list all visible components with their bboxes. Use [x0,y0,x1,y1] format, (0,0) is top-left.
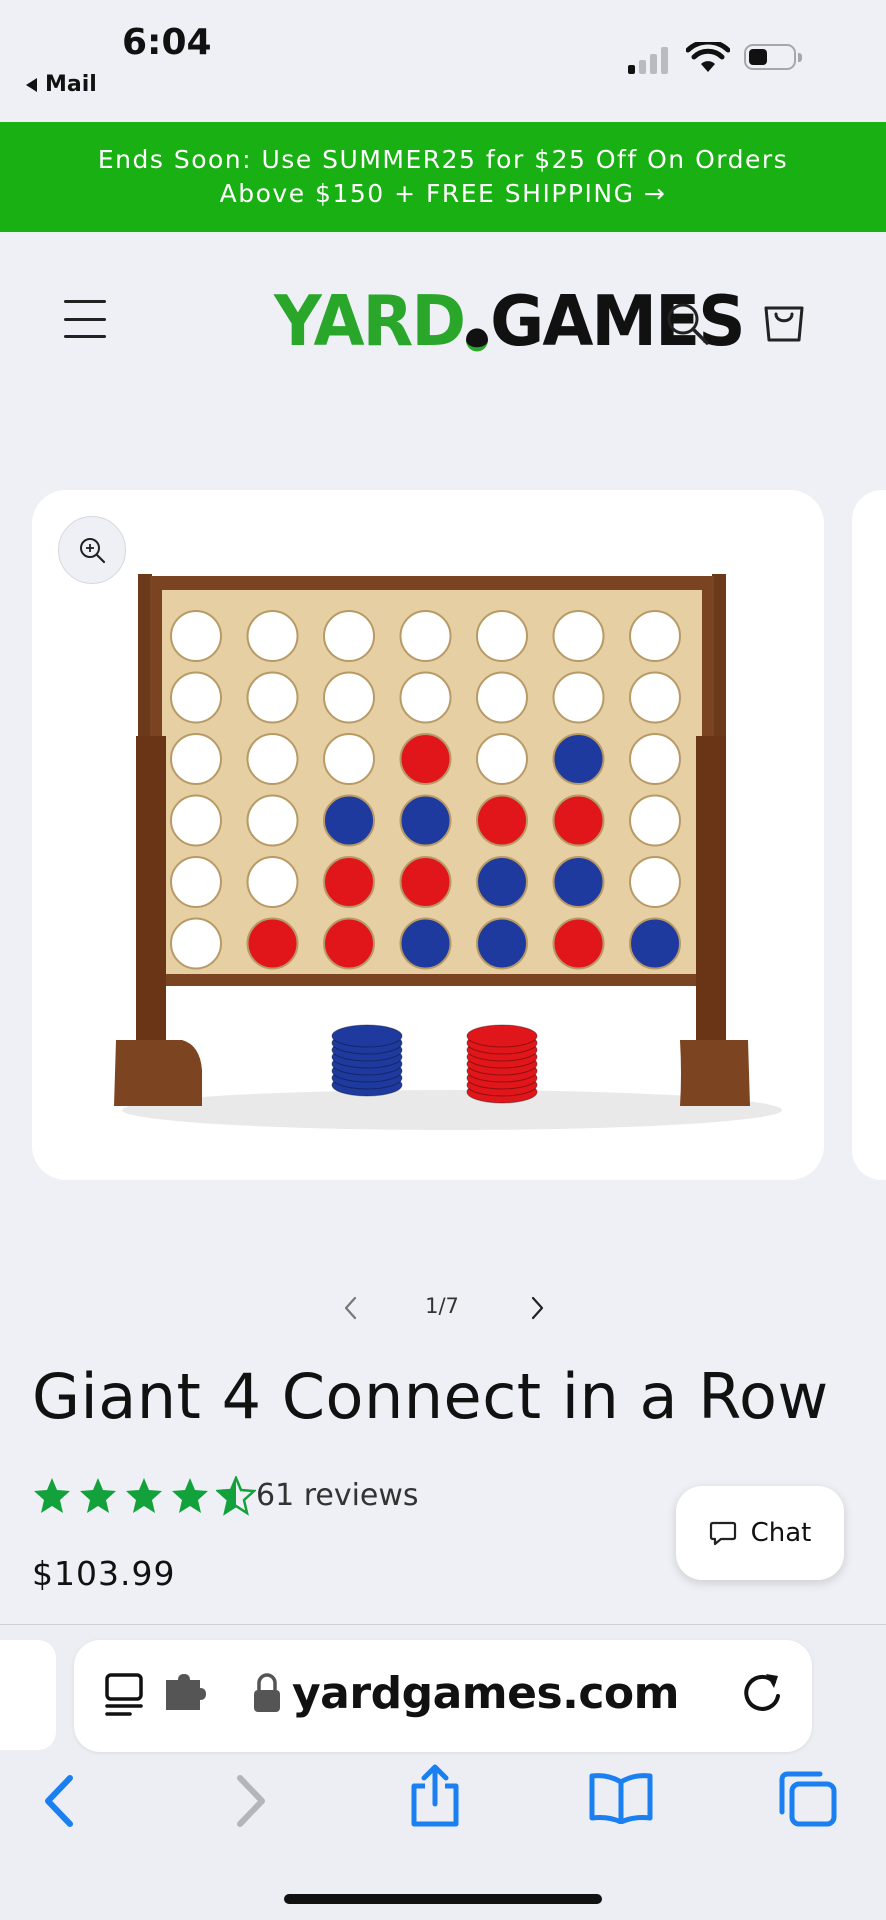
star-icon [80,1478,116,1513]
board-disc [399,856,452,908]
board-disc [399,610,452,662]
promo-line-2: Above $150 + FREE SHIPPING → [219,179,667,208]
board-disc [246,917,299,970]
previous-tab-peek[interactable] [0,1640,56,1750]
url-text[interactable]: yardgames.com [292,1668,680,1719]
board-disc [476,733,528,785]
star-icon [172,1478,208,1513]
board-disc [399,671,452,724]
board-disc [170,610,222,662]
reload-icon[interactable] [740,1668,786,1716]
board-disc [552,794,605,847]
cellular-signal-icon [628,44,668,74]
product-title: Giant 4 Connect in a Row [32,1360,829,1433]
board-disc [246,610,299,662]
board-disc [552,733,605,785]
search-icon[interactable] [664,300,710,346]
board-disc [399,733,452,785]
board-disc [323,794,375,847]
home-indicator[interactable] [284,1894,602,1904]
lock-icon [254,1673,280,1712]
chat-button[interactable]: Chat [676,1486,844,1580]
promo-line-1: Ends Soon: Use SUMMER25 for $25 Off On O… [97,145,789,174]
board-disc [629,671,681,724]
share-icon[interactable] [408,1764,462,1828]
back-arrow-icon [26,77,37,92]
board-disc [552,671,605,724]
browser-back-icon[interactable] [40,1774,80,1828]
board-disc [399,794,452,847]
board-disc [246,794,299,847]
board-disc [476,856,528,908]
board-disc [323,733,375,785]
star-icon [216,1476,256,1516]
wifi-icon [686,42,730,72]
board-disc [629,917,681,970]
zoom-icon[interactable] [58,516,126,584]
board-disc [323,917,375,970]
board-disc [246,856,299,908]
chat-label: Chat [750,1518,812,1548]
logo-ball-icon [466,328,489,352]
logo-yard-text: YARD [274,280,466,362]
board-disc [246,671,299,724]
menu-icon[interactable] [64,300,106,338]
board-disc [476,671,528,724]
board-disc [399,917,452,970]
star-icon [126,1478,162,1513]
board-disc [246,733,299,785]
tabs-overview-icon[interactable] [776,1770,838,1828]
product-image-card[interactable] [32,490,824,1180]
extension-puzzle-icon[interactable] [164,1674,208,1714]
board-disc [170,917,222,970]
board-disc [552,917,605,970]
bookmarks-icon[interactable] [588,1772,654,1824]
promo-banner[interactable]: Ends Soon: Use SUMMER25 for $25 Off On O… [0,122,886,232]
browser-forward-icon[interactable] [230,1774,270,1828]
star-rating[interactable] [32,1476,256,1516]
board-disc [552,610,605,662]
board-disc [476,917,528,970]
next-image-icon[interactable] [526,1294,548,1322]
board-disc [323,671,375,724]
back-to-mail-link[interactable]: Mail [26,72,97,97]
battery-icon [744,44,804,72]
board-disc [170,794,222,847]
board-disc [629,856,681,908]
product-price: $103.99 [32,1554,176,1593]
board-disc [323,856,375,908]
board-disc [629,794,681,847]
board-disc [170,671,222,724]
reviews-link[interactable]: 61 reviews [256,1478,419,1513]
chip-stack-disc [466,1024,538,1048]
board-disc [552,856,605,908]
board-disc [476,610,528,662]
status-time: 6:04 [122,22,212,63]
previous-image-icon[interactable] [340,1294,362,1322]
board-disc [170,856,222,908]
board-disc [629,733,681,785]
board-disc [323,610,375,662]
back-to-mail-label: Mail [45,72,97,97]
board-disc [629,610,681,662]
image-counter: 1/7 [425,1294,459,1318]
chat-bubble-icon [709,1521,736,1546]
page-menu-icon[interactable] [104,1672,146,1718]
board-disc [170,733,222,785]
next-image-card[interactable] [852,490,886,1180]
star-icon [34,1478,70,1513]
cart-icon[interactable] [762,298,806,344]
connect-four-product-image [114,574,782,1130]
chip-stack-disc [331,1024,403,1048]
board-disc [476,794,528,847]
